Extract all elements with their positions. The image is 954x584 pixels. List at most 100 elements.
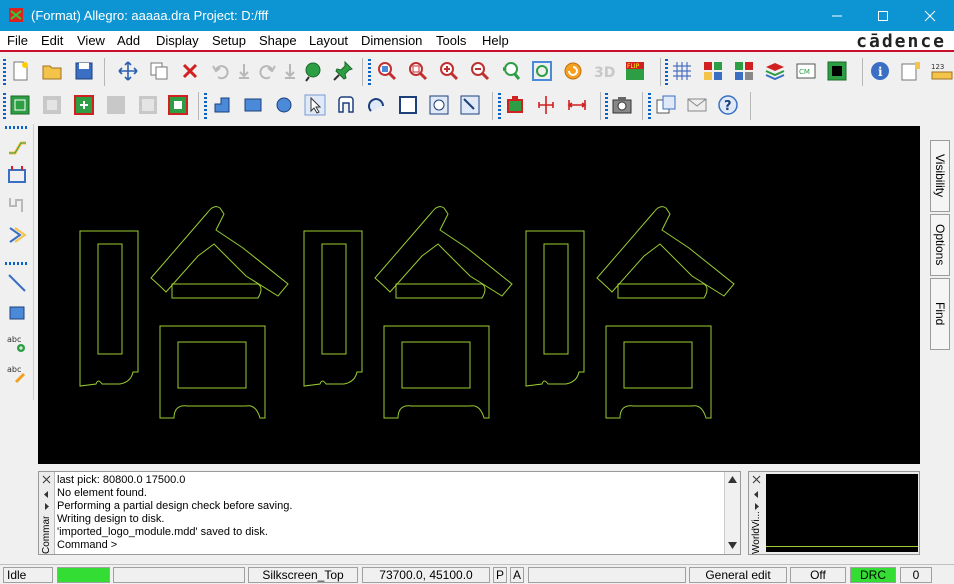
status-button[interactable]	[899, 59, 923, 83]
close-icon[interactable]	[752, 475, 761, 484]
menu-tools[interactable]: Tools	[436, 33, 466, 48]
place-button[interactable]	[4, 162, 30, 188]
edit-text-button[interactable]: abc	[4, 360, 30, 386]
cm-manager-button[interactable]: CM	[794, 59, 818, 83]
camera-button[interactable]	[610, 93, 634, 117]
add-circle-button[interactable]	[272, 93, 296, 117]
zoom-fit-button[interactable]	[375, 59, 399, 83]
color-layers-button[interactable]	[701, 59, 725, 83]
disabled-layer-2-button[interactable]	[104, 93, 128, 117]
zoom-world-button[interactable]	[530, 59, 554, 83]
grid-button[interactable]	[670, 59, 694, 83]
menu-layout[interactable]: Layout	[309, 33, 348, 48]
ruler-button[interactable]: 123	[930, 59, 954, 83]
tab-visibility[interactable]: Visibility	[930, 140, 950, 212]
world-view-canvas[interactable]	[766, 474, 918, 552]
glossary-button[interactable]	[301, 59, 325, 83]
redo-disabled-button[interactable]	[232, 59, 256, 83]
refresh-button[interactable]	[561, 59, 585, 83]
add-shape-button[interactable]	[334, 93, 358, 117]
delete-button[interactable]	[178, 59, 202, 83]
dim-vertical-button[interactable]	[534, 93, 558, 117]
status-off[interactable]: Off	[790, 567, 846, 583]
copy-table-button[interactable]	[654, 93, 678, 117]
symbol-layer-button[interactable]	[8, 93, 32, 117]
chevron-left-icon[interactable]	[42, 490, 51, 499]
undo-button[interactable]	[209, 59, 233, 83]
3d-view-button[interactable]: 3D	[592, 59, 616, 83]
layer-frame-button[interactable]	[166, 93, 190, 117]
status-p-button[interactable]: P	[493, 567, 507, 583]
zoom-out-button[interactable]	[468, 59, 492, 83]
route-button[interactable]	[4, 132, 30, 158]
dim-horizontal-button[interactable]	[565, 93, 589, 117]
chevron-left-icon[interactable]	[752, 490, 761, 499]
frame-button[interactable]	[427, 93, 451, 117]
layer-button[interactable]	[72, 93, 96, 117]
arc-button[interactable]	[365, 93, 389, 117]
toolbar-grip[interactable]	[5, 262, 29, 265]
stub-button[interactable]	[4, 192, 30, 218]
menu-display[interactable]: Display	[156, 33, 199, 48]
copy-button[interactable]	[147, 59, 171, 83]
part-button[interactable]	[503, 93, 527, 117]
chevron-right-icon[interactable]	[42, 502, 51, 511]
command-scrollbar[interactable]	[724, 472, 740, 554]
chevron-right-icon[interactable]	[752, 502, 761, 511]
rect-outline-button[interactable]	[396, 93, 420, 117]
toolbar-grip[interactable]	[665, 59, 668, 85]
menu-add[interactable]: Add	[117, 33, 140, 48]
status-a-button[interactable]: A	[510, 567, 524, 583]
help-button[interactable]: ?	[716, 93, 740, 117]
toolbar-grip[interactable]	[3, 93, 6, 119]
add-text-button[interactable]: abc	[4, 330, 30, 356]
command-output[interactable]: last pick: 80800.0 17500.0 No element fo…	[57, 474, 723, 552]
move-button[interactable]	[116, 59, 140, 83]
info-button[interactable]: i	[868, 59, 892, 83]
zoom-in-button[interactable]	[437, 59, 461, 83]
new-file-button[interactable]	[8, 59, 32, 83]
scroll-up-icon[interactable]	[728, 476, 737, 483]
rectangle-button[interactable]	[4, 300, 30, 326]
menu-view[interactable]: View	[77, 33, 105, 48]
pin-button[interactable]	[331, 59, 355, 83]
chevron-button[interactable]	[4, 222, 30, 248]
toolbar-grip[interactable]	[5, 126, 29, 129]
line-button[interactable]	[4, 270, 30, 296]
menu-shape[interactable]: Shape	[259, 33, 297, 48]
status-active-layer[interactable]: Silkscreen_Top	[248, 567, 358, 583]
select-button[interactable]	[303, 93, 327, 117]
toolbar-grip[interactable]	[204, 93, 207, 119]
disabled-layer-3-button[interactable]	[136, 93, 160, 117]
menu-setup[interactable]: Setup	[212, 33, 246, 48]
menu-file[interactable]: File	[7, 33, 28, 48]
open-button[interactable]	[40, 59, 64, 83]
scroll-down-icon[interactable]	[728, 542, 737, 549]
design-canvas[interactable]	[38, 126, 920, 464]
status-drc[interactable]: DRC	[850, 567, 896, 583]
zoom-previous-button[interactable]	[499, 59, 523, 83]
disabled-layer-button[interactable]	[40, 93, 64, 117]
menu-dimension[interactable]: Dimension	[361, 33, 422, 48]
tab-find[interactable]: Find	[930, 278, 950, 350]
toolbar-grip[interactable]	[3, 59, 6, 85]
pick-disabled-button[interactable]	[278, 59, 302, 83]
maximize-button[interactable]	[860, 0, 906, 31]
toolbar-grip[interactable]	[605, 93, 608, 119]
minimize-button[interactable]	[814, 0, 860, 31]
frame-2-button[interactable]	[458, 93, 482, 117]
zoom-points-button[interactable]	[406, 59, 430, 83]
toolbar-grip[interactable]	[368, 59, 371, 85]
flip-button[interactable]: FLIP	[623, 59, 647, 83]
toolbar-grip[interactable]	[498, 93, 501, 119]
menu-edit[interactable]: Edit	[41, 33, 63, 48]
tab-options[interactable]: Options	[930, 214, 950, 276]
redo-button[interactable]	[255, 59, 279, 83]
command-prompt[interactable]: Command >	[57, 539, 723, 552]
add-rect-button[interactable]	[241, 93, 265, 117]
menu-help[interactable]: Help	[482, 33, 509, 48]
close-icon[interactable]	[42, 475, 51, 484]
save-button[interactable]	[72, 59, 96, 83]
email-button[interactable]	[685, 93, 709, 117]
add-line-button[interactable]	[210, 93, 234, 117]
